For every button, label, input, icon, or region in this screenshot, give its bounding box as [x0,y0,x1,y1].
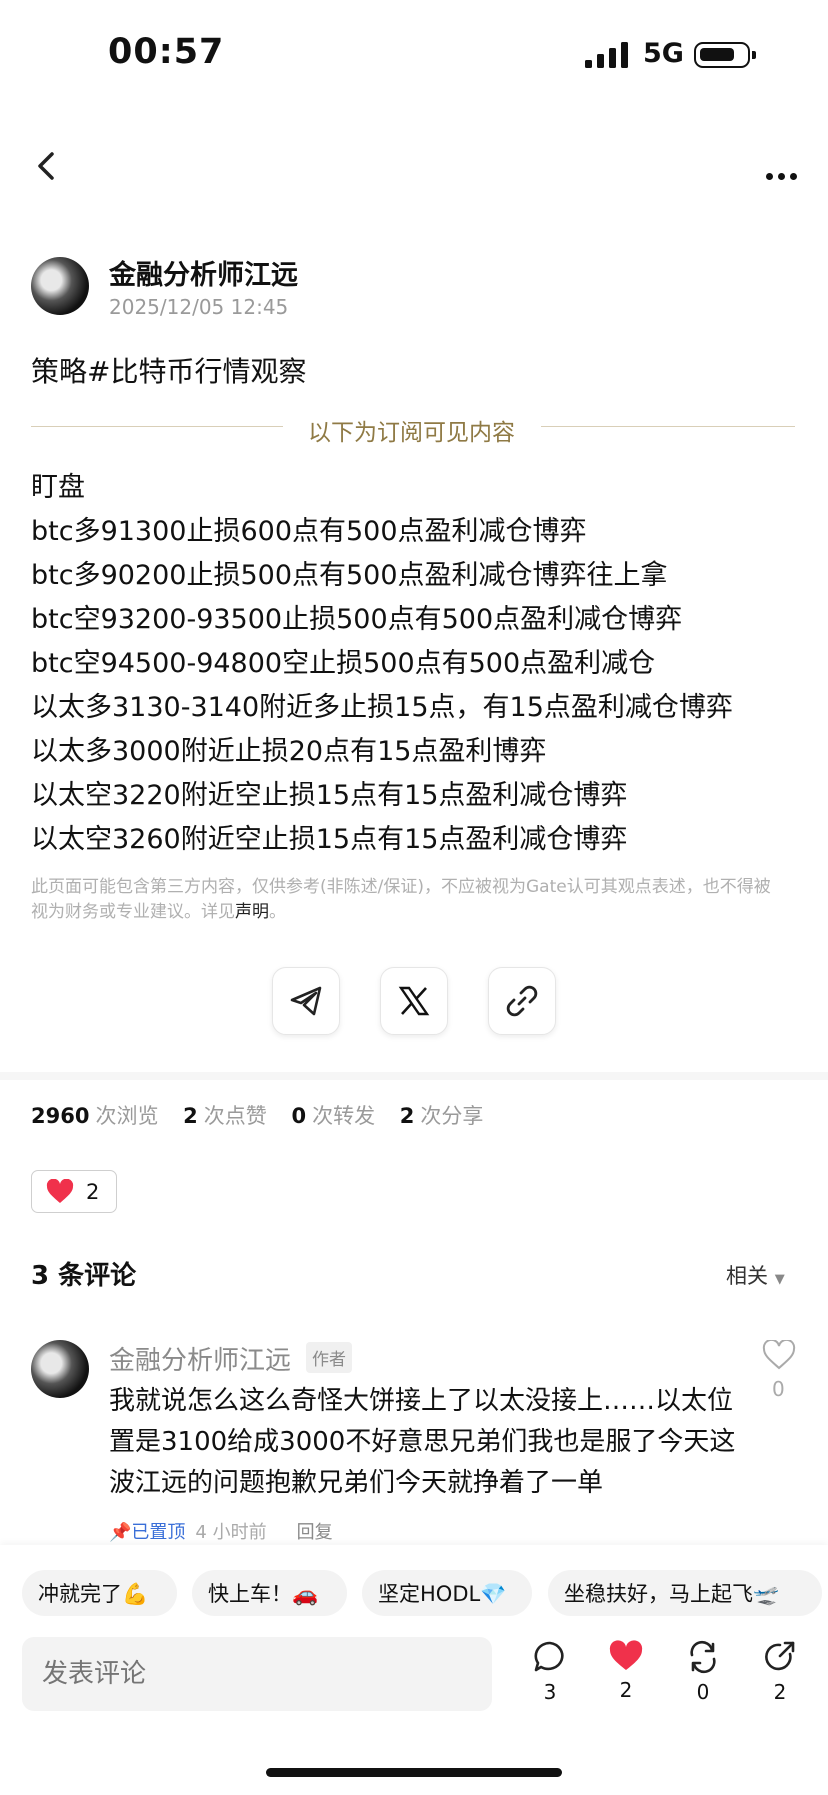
repost-icon [690,1640,716,1674]
home-indicator [266,1768,562,1777]
more-options-icon[interactable] [766,165,802,184]
content-line: 以太空3220附近空止损15点有15点盈利减仓博弈 [31,780,628,811]
x-icon [398,986,430,1016]
link-icon [506,985,538,1017]
comments-action[interactable]: 3 [525,1640,575,1704]
shares-count: 2 [399,1104,415,1128]
sort-dropdown[interactable]: 相关 ▼ [726,1260,785,1290]
subscriber-divider-label: 以下为订阅可见内容 [308,420,515,446]
comment-like-count: 0 [772,1377,785,1401]
heart-filled-icon [609,1640,643,1670]
comment-avatar[interactable] [31,1340,89,1398]
comment-meta: 📌已置顶 4 小时前 回复 [109,1518,333,1544]
comment-author[interactable]: 金融分析师江远 [109,1340,291,1377]
disclaimer-end: 。 [269,902,286,922]
divider-right [541,426,795,427]
content-line: btc空93200-93500止损500点有500点盈利减仓博弈 [31,604,683,635]
shares-label: 次分享 [420,1104,484,1128]
content-line: btc空94500-94800空止损500点有500点盈利减仓 [31,648,656,679]
comment-bubble-icon [534,1641,564,1672]
sort-label: 相关 [726,1264,768,1288]
reposts-count-action: 0 [696,1680,710,1704]
author-name[interactable]: 金融分析师江远 [109,253,298,292]
content-line: 以太空3260附近空止损15点有15点盈利减仓博弈 [31,824,628,855]
share-telegram-button[interactable] [272,967,340,1035]
content-line: btc多91300止损600点有500点盈利减仓博弈 [31,516,587,547]
likes-action[interactable]: 2 [601,1640,651,1702]
network-label: 5G [643,38,684,69]
likes-count: 2 [183,1104,198,1128]
signal-icon [585,42,628,68]
share-arrow-icon [765,1641,795,1671]
status-time: 00:57 [108,32,225,72]
shares-count-action: 2 [773,1680,787,1704]
post-title: 策略#比特币行情观察 [31,355,307,388]
pin-icon: 📌 [109,1522,132,1543]
views-count: 2960 [31,1104,90,1128]
like-button[interactable]: 2 [31,1170,117,1213]
post-date: 2025/12/05 12:45 [109,295,289,319]
quick-reply-chip[interactable]: 快上车！🚗 [192,1570,347,1616]
repost-action[interactable]: 0 [678,1640,728,1704]
chevron-down-icon: ▼ [774,1272,785,1287]
comments-count: 3 [543,1680,557,1704]
content-line: 以太多3130-3140附近多止损15点，有15点盈利减仓博弈 [31,692,733,723]
disclaimer: 此页面可能包含第三方内容，仅供参考(非陈述/保证)，不应被视为Gate认可其观点… [31,875,771,925]
divider-left [31,426,283,427]
copy-link-button[interactable] [488,967,556,1035]
comment-text: 我就说怎么这么奇怪大饼接上了以太没接上……以太位置是3100给成3000不好意思… [109,1386,736,1498]
like-count: 2 [86,1179,100,1204]
section-separator [0,1072,828,1080]
reposts-count: 0 [291,1104,307,1128]
disclaimer-text: 此页面可能包含第三方内容，仅供参考(非陈述/保证)，不应被视为Gate认可其观点… [31,877,771,922]
reply-button[interactable]: 回复 [297,1522,333,1543]
quick-reply-chip[interactable]: 冲就完了💪 [22,1570,177,1616]
battery-icon [694,42,756,68]
author-avatar[interactable] [31,257,89,315]
post-stats: 2960 次浏览 2 次点赞 0 次转发 2 次分享 [31,1100,501,1130]
telegram-icon [290,986,322,1016]
content-line: btc多90200止损500点有500点盈利减仓博弈往上拿 [31,560,668,591]
heart-filled-icon [46,1179,74,1203]
content-line: 以太多3000附近止损20点有15点盈利博弈 [31,736,547,767]
author-tag: 作者 [306,1342,352,1373]
post-content: 盯盘 btc多91300止损600点有500点盈利减仓博弈 btc多90200止… [31,466,733,862]
reposts-label: 次转发 [312,1104,376,1128]
content-line: 盯盘 [31,472,85,503]
quick-reply-chip[interactable]: 坐稳扶好，马上起飞🛫 [548,1570,822,1616]
back-arrow-icon[interactable] [30,148,66,184]
comment-time: 4 小时前 [195,1522,267,1543]
pinned-label: 📌已置顶 [109,1522,186,1543]
comment-like-icon[interactable] [762,1340,796,1370]
likes-count-action: 2 [619,1678,633,1702]
comments-header: 3 条评论 [31,1261,137,1291]
share-action[interactable]: 2 [755,1640,805,1704]
comment-input[interactable] [22,1637,492,1711]
likes-label: 次点赞 [203,1104,267,1128]
disclaimer-link[interactable]: 声明 [235,902,269,922]
share-x-button[interactable] [380,967,448,1035]
quick-reply-chip[interactable]: 坚定HODL💎 [362,1570,532,1616]
views-label: 次浏览 [95,1104,159,1128]
